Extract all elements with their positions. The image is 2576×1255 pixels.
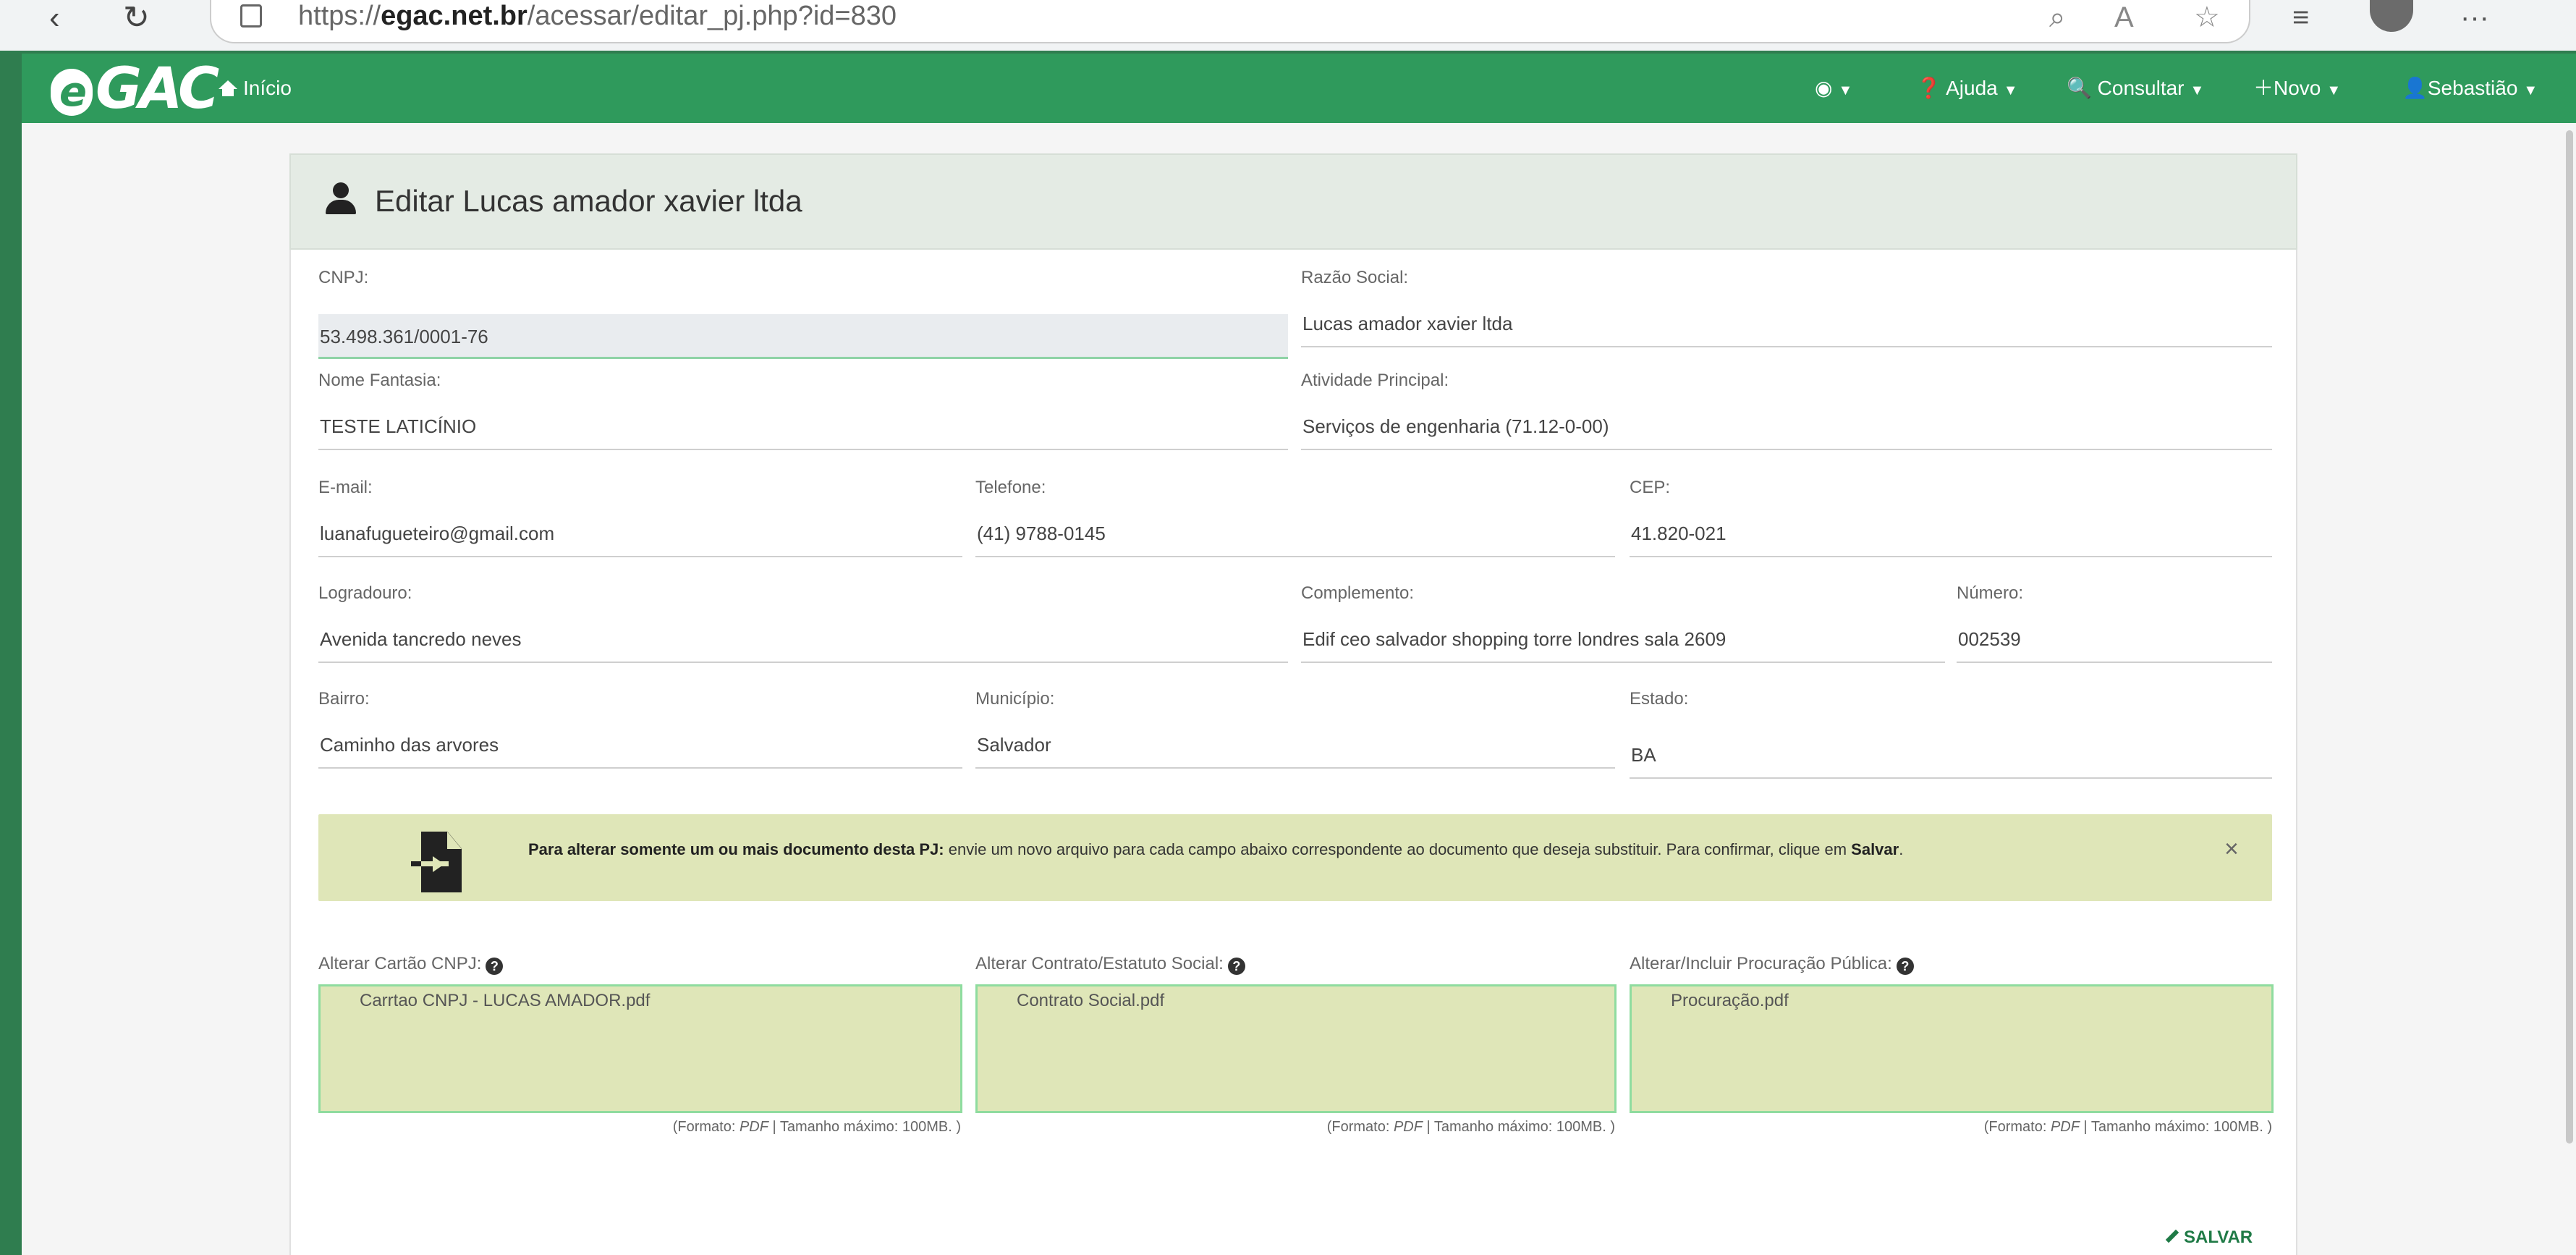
numero-input[interactable]: 002539 xyxy=(1957,627,2272,663)
info-alert: Para alterar somente um ou mais document… xyxy=(318,814,2272,901)
upload-contrato-dropzone[interactable]: Contrato Social.pdf xyxy=(975,984,1617,1113)
upload-contrato-filename: Contrato Social.pdf xyxy=(1017,991,1165,1010)
home-icon xyxy=(219,80,237,96)
upload-cnpj-filename: Carrtao CNPJ - LUCAS AMADOR.pdf xyxy=(360,991,651,1010)
email-field: E-mail: luanafugueteiro@gmail.com xyxy=(318,478,962,559)
nav-home[interactable]: Início xyxy=(219,54,292,123)
upload-cnpj-dropzone[interactable]: Carrtao CNPJ - LUCAS AMADOR.pdf xyxy=(318,984,962,1113)
panel-header: Editar Lucas amador xavier ltda xyxy=(289,153,2297,250)
estado-select[interactable]: BA xyxy=(1630,743,2272,779)
page-title: Editar Lucas amador xavier ltda xyxy=(375,184,802,218)
page-icon xyxy=(240,4,262,28)
cnpj-field: CNPJ: 53.498.361/0001-76 xyxy=(318,268,1288,362)
help-icon[interactable]: ? xyxy=(1896,958,1914,975)
cep-input[interactable]: 41.820-021 xyxy=(1630,521,2272,557)
telefone-input[interactable]: (41) 9788-0145 xyxy=(975,521,1615,557)
url-text: https://egac.net.br/acessar/editar_pj.ph… xyxy=(298,1,897,31)
chevron-down-icon: ▼ xyxy=(2523,83,2538,98)
upload-hint: (Formato: PDF | Tamanho máximo: 100MB. ) xyxy=(672,1119,961,1135)
estado-field: Estado: BA xyxy=(1630,689,2272,783)
complemento-input[interactable]: Edif ceo salvador shopping torre londres… xyxy=(1301,627,1945,663)
back-icon[interactable]: ‹ xyxy=(49,0,60,36)
search-icon: 🔍 xyxy=(2067,77,2092,99)
scrollbar-thumb[interactable] xyxy=(2566,130,2573,1144)
telefone-field: Telefone: (41) 9788-0145 xyxy=(975,478,1615,559)
refresh-icon[interactable]: ↻ xyxy=(123,0,150,36)
user-icon xyxy=(326,182,357,214)
question-icon: ❓ xyxy=(1916,77,1941,99)
municipio-input[interactable]: Salvador xyxy=(975,732,1615,769)
complemento-field: Complemento: Edif ceo salvador shopping … xyxy=(1301,583,1945,664)
chevron-down-icon: ▼ xyxy=(2190,83,2205,98)
nome-fantasia-input[interactable]: TESTE LATICÍNIO xyxy=(318,414,1288,450)
help-icon[interactable]: ? xyxy=(1227,958,1245,975)
bairro-input[interactable]: Caminho das arvores xyxy=(318,732,962,769)
nav-consult[interactable]: 🔍 Consultar ▼ xyxy=(2067,54,2204,123)
close-icon[interactable]: × xyxy=(2224,836,2239,862)
nav-accessibility[interactable]: ◉ ▼ xyxy=(1815,54,1852,123)
upload-procuracao-filename: Procuração.pdf xyxy=(1671,991,1789,1010)
atividade-principal-field: Atividade Principal: Serviços de engenha… xyxy=(1301,371,2272,452)
razao-social-field: Razão Social: Lucas amador xavier ltda xyxy=(1301,268,2272,349)
alert-message: Para alterar somente um ou mais document… xyxy=(528,840,1904,858)
nome-fantasia-field: Nome Fantasia: TESTE LATICÍNIO xyxy=(318,371,1288,452)
app-navbar: e GAC Início ◉ ▼ ❓ Ajuda ▼ 🔍 Consultar ▼ ＋No… xyxy=(22,54,2576,123)
upload-procuracao-dropzone[interactable]: Procuração.pdf xyxy=(1630,984,2274,1113)
avatar[interactable] xyxy=(2370,0,2413,32)
plus-icon: ＋ xyxy=(2253,77,2274,99)
cnpj-input[interactable]: 53.498.361/0001-76 xyxy=(318,314,1288,359)
favorites-list-icon[interactable]: ≡ xyxy=(2292,0,2309,35)
nav-user[interactable]: 👤Sebastião ▼ xyxy=(2402,54,2538,123)
upload-procuracao-label: Alterar/Incluir Procuração Pública:? xyxy=(1630,954,1914,975)
help-icon[interactable]: ? xyxy=(486,958,504,975)
nav-new[interactable]: ＋Novo ▼ xyxy=(2253,54,2341,123)
bairro-field: Bairro: Caminho das arvores xyxy=(318,689,962,770)
chevron-down-icon: ▼ xyxy=(2326,83,2342,98)
favorite-star-icon[interactable]: ☆ xyxy=(2194,0,2220,35)
numero-field: Número: 002539 xyxy=(1957,583,2272,664)
upload-contrato-label: Alterar Contrato/Estatuto Social:? xyxy=(975,954,1245,975)
zoom-icon[interactable]: ⌕ xyxy=(2049,0,2065,35)
read-aloud-icon[interactable]: A xyxy=(2114,0,2134,35)
watermark-logo: GAC xyxy=(1129,0,1505,29)
atividade-principal-input[interactable]: Serviços de engenharia (71.12-0-00) xyxy=(1301,414,2272,450)
cep-field: CEP: 41.820-021 xyxy=(1630,478,2272,559)
egac-logo[interactable]: e GAC xyxy=(51,61,219,117)
save-button[interactable]: SALVAR xyxy=(2165,1227,2253,1248)
upload-hint: (Formato: PDF | Tamanho máximo: 100MB. ) xyxy=(1326,1119,1615,1135)
pencil-icon xyxy=(2165,1229,2179,1243)
user-icon: 👤 xyxy=(2402,77,2428,99)
nav-help[interactable]: ❓ Ajuda ▼ xyxy=(1916,54,2018,123)
file-import-icon xyxy=(411,832,462,892)
accessibility-icon: ◉ xyxy=(1815,77,1833,99)
razao-social-input[interactable]: Lucas amador xavier ltda xyxy=(1301,311,2272,347)
upload-hint: (Formato: PDF | Tamanho máximo: 100MB. ) xyxy=(1983,1119,2272,1135)
email-input[interactable]: luanafugueteiro@gmail.com xyxy=(318,521,962,557)
chevron-down-icon: ▼ xyxy=(2003,83,2018,98)
chevron-down-icon: ▼ xyxy=(1838,83,1853,98)
upload-cnpj-label: Alterar Cartão CNPJ:? xyxy=(318,954,504,975)
more-menu-icon[interactable]: ··· xyxy=(2460,0,2489,35)
logradouro-input[interactable]: Avenida tancredo neves xyxy=(318,627,1288,663)
municipio-field: Município: Salvador xyxy=(975,689,1615,770)
logradouro-field: Logradouro: Avenida tancredo neves xyxy=(318,583,1288,664)
